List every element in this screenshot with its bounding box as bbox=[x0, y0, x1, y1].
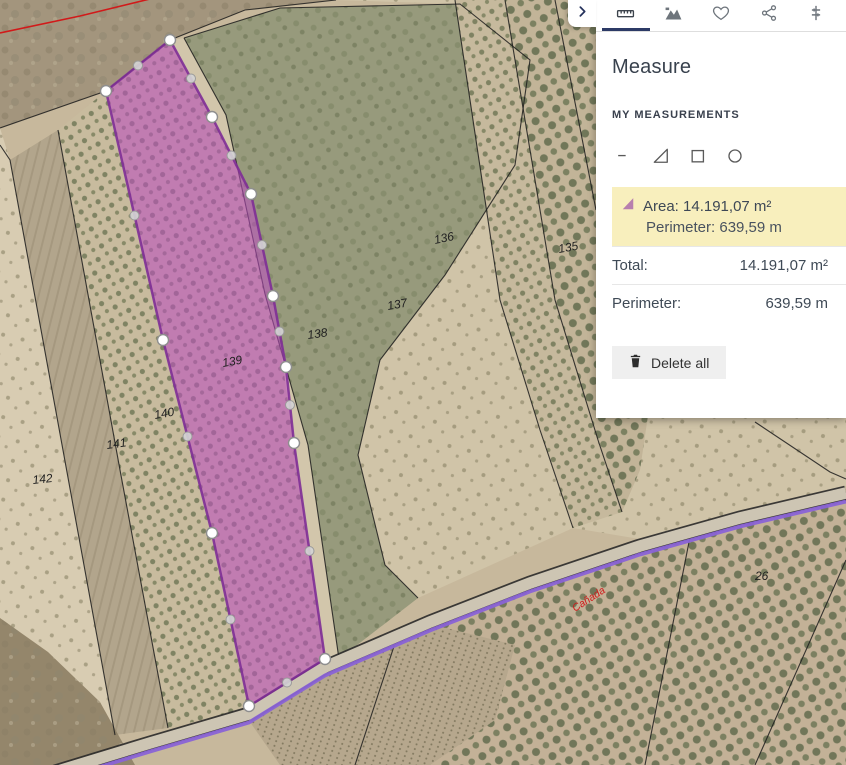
perimeter-value: 639,59 m bbox=[765, 295, 828, 312]
circle-tool-icon bbox=[725, 146, 745, 169]
line-tool-icon bbox=[614, 146, 634, 169]
tab-measure[interactable] bbox=[602, 0, 650, 31]
ruler-icon bbox=[616, 4, 635, 28]
circle-tool-button[interactable] bbox=[723, 145, 747, 169]
polygon-vertex-handle[interactable] bbox=[165, 35, 176, 46]
polygon-midpoint-handle[interactable] bbox=[275, 327, 284, 336]
area-tool-button[interactable] bbox=[649, 145, 673, 169]
polygon-midpoint-handle[interactable] bbox=[258, 241, 267, 250]
tab-favorites[interactable] bbox=[697, 0, 745, 31]
perimeter-row: Perimeter: 639,59 m bbox=[612, 284, 846, 322]
polygon-midpoint-handle[interactable] bbox=[283, 678, 292, 687]
area-shape-icon bbox=[621, 197, 635, 215]
heart-icon bbox=[712, 4, 730, 27]
parcel-label-26: 26 bbox=[754, 569, 769, 583]
tab-settings[interactable] bbox=[792, 0, 840, 31]
polygon-midpoint-handle[interactable] bbox=[286, 401, 295, 410]
panel-content: Measure MY MEASUREMENTS bbox=[596, 56, 846, 379]
polygon-vertex-handle[interactable] bbox=[207, 112, 218, 123]
polygon-midpoint-handle[interactable] bbox=[187, 74, 196, 83]
chevron-right-icon bbox=[576, 5, 589, 23]
polygon-vertex-handle[interactable] bbox=[289, 438, 300, 449]
polygon-vertex-handle[interactable] bbox=[244, 701, 255, 712]
polygon-vertex-handle[interactable] bbox=[246, 189, 257, 200]
polygon-vertex-handle[interactable] bbox=[158, 335, 169, 346]
measure-tools bbox=[612, 145, 846, 169]
polygon-midpoint-handle[interactable] bbox=[226, 615, 235, 624]
trash-icon bbox=[629, 354, 642, 371]
total-label: Total: bbox=[612, 257, 648, 274]
total-value: 14.191,07 m² bbox=[740, 257, 828, 274]
total-row: Total: 14.191,07 m² bbox=[612, 246, 846, 284]
my-measurements-label: MY MEASUREMENTS bbox=[612, 109, 846, 121]
measure-app: { "panel": { "collapse": {"icon": "chevr… bbox=[0, 0, 846, 765]
measurement-perimeter-text: Perimeter: 639,59 m bbox=[646, 219, 834, 236]
triangle-tool-icon bbox=[651, 146, 671, 169]
line-tool-button[interactable] bbox=[612, 145, 636, 169]
panel-title: Measure bbox=[612, 56, 846, 79]
polygon-midpoint-handle[interactable] bbox=[183, 432, 192, 441]
polygon-midpoint-handle[interactable] bbox=[227, 151, 236, 160]
polygon-vertex-handle[interactable] bbox=[320, 654, 331, 665]
rectangle-tool-button[interactable] bbox=[686, 145, 710, 169]
polygon-vertex-handle[interactable] bbox=[207, 528, 218, 539]
parcel-label-142: 142 bbox=[32, 471, 54, 487]
rectangle-tool-icon bbox=[688, 146, 708, 169]
polygon-midpoint-handle[interactable] bbox=[134, 61, 143, 70]
polygon-midpoint-handle[interactable] bbox=[305, 547, 314, 556]
panel-collapse-button[interactable] bbox=[568, 0, 596, 27]
share-icon bbox=[760, 4, 778, 27]
measurement-list-item[interactable]: Area: 14.191,07 m² Perimeter: 639,59 m bbox=[612, 187, 846, 246]
measurement-area-text: Area: 14.191,07 m² bbox=[643, 198, 771, 215]
polygon-vertex-handle[interactable] bbox=[101, 86, 112, 97]
polygon-midpoint-handle[interactable] bbox=[130, 211, 139, 220]
parcel-label-138: 138 bbox=[306, 325, 328, 342]
tune-icon bbox=[807, 4, 825, 27]
measure-panel: Measure MY MEASUREMENTS bbox=[596, 0, 846, 418]
delete-all-button[interactable]: Delete all bbox=[612, 346, 726, 379]
parcel-label-141: 141 bbox=[105, 435, 127, 452]
tab-elevation-profile[interactable] bbox=[650, 0, 698, 31]
tab-share[interactable] bbox=[745, 0, 793, 31]
delete-all-label: Delete all bbox=[651, 355, 709, 371]
panel-tabs bbox=[596, 0, 846, 32]
perimeter-label: Perimeter: bbox=[612, 295, 681, 312]
elevation-chart-icon bbox=[664, 4, 683, 28]
polygon-vertex-handle[interactable] bbox=[281, 362, 292, 373]
polygon-vertex-handle[interactable] bbox=[268, 291, 279, 302]
